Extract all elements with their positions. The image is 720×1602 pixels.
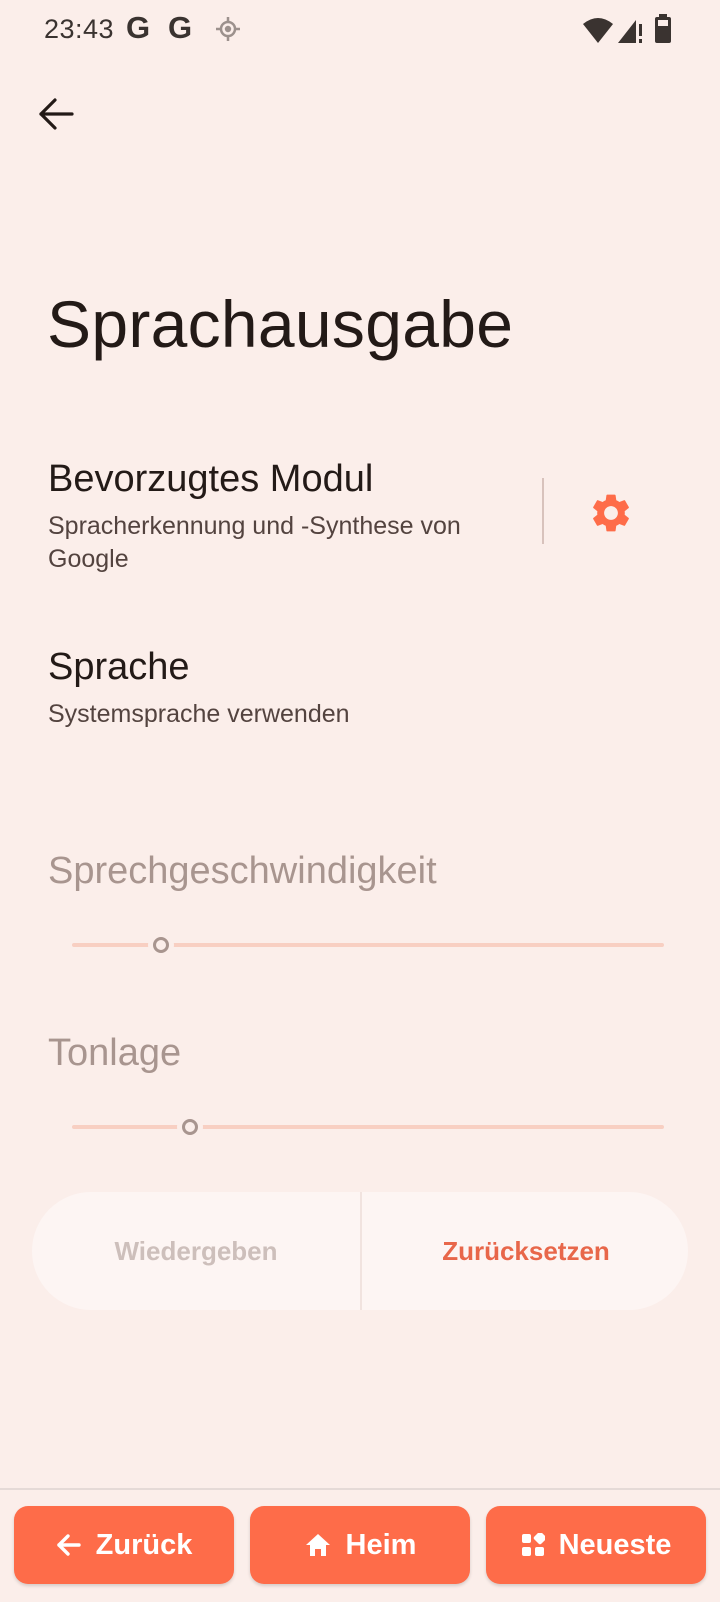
action-button-group: Wiedergeben Zurücksetzen [32,1192,688,1310]
signal-icon [618,20,642,43]
nav-recents-button[interactable]: Neueste [486,1506,706,1584]
speech-rate-label: Sprechgeschwindigkeit [48,850,437,892]
nav-recents-label: Neueste [558,1528,672,1561]
speech-rate-slider[interactable] [72,933,664,957]
slider-track [72,1125,664,1129]
gear-icon[interactable] [588,490,634,536]
preferred-engine-title: Bevorzugtes Modul [48,458,374,500]
play-button[interactable]: Wiedergeben [32,1192,360,1310]
page-title: Sprachausgabe [47,287,514,361]
battery-icon [655,14,671,43]
nav-back-button[interactable]: Zurück [14,1506,234,1584]
bottom-navigation: Zurück Heim Neueste [0,1488,720,1602]
preferred-engine-summary: Spracherkennung und -Synthese von Google [48,512,461,573]
language-summary: Systemsprache verwenden [48,700,350,728]
row-divider [542,478,544,544]
pitch-label: Tonlage [48,1032,182,1074]
wifi-icon [583,18,613,43]
slider-thumb[interactable] [182,1119,199,1135]
arrow-left-icon[interactable] [36,94,76,134]
nav-home-button[interactable]: Heim [250,1506,470,1584]
status-time: 23:43 [44,14,115,44]
pitch-slider[interactable] [72,1115,664,1139]
google-notification-icon: G [168,10,193,45]
apps-grid-icon [521,1533,545,1556]
language-row[interactable]: Sprache Systemsprache verwenden [0,636,720,736]
arrow-left-icon [56,1534,81,1556]
language-title: Sprache [48,646,190,688]
location-icon [216,17,240,41]
home-icon [305,1534,330,1556]
nav-home-label: Heim [345,1528,417,1561]
nav-back-label: Zurück [95,1528,193,1561]
google-notification-icon: G [126,10,151,45]
reset-button[interactable]: Zurücksetzen [360,1192,688,1310]
slider-thumb[interactable] [152,937,169,953]
status-bar: 23:43 G G [0,0,720,64]
